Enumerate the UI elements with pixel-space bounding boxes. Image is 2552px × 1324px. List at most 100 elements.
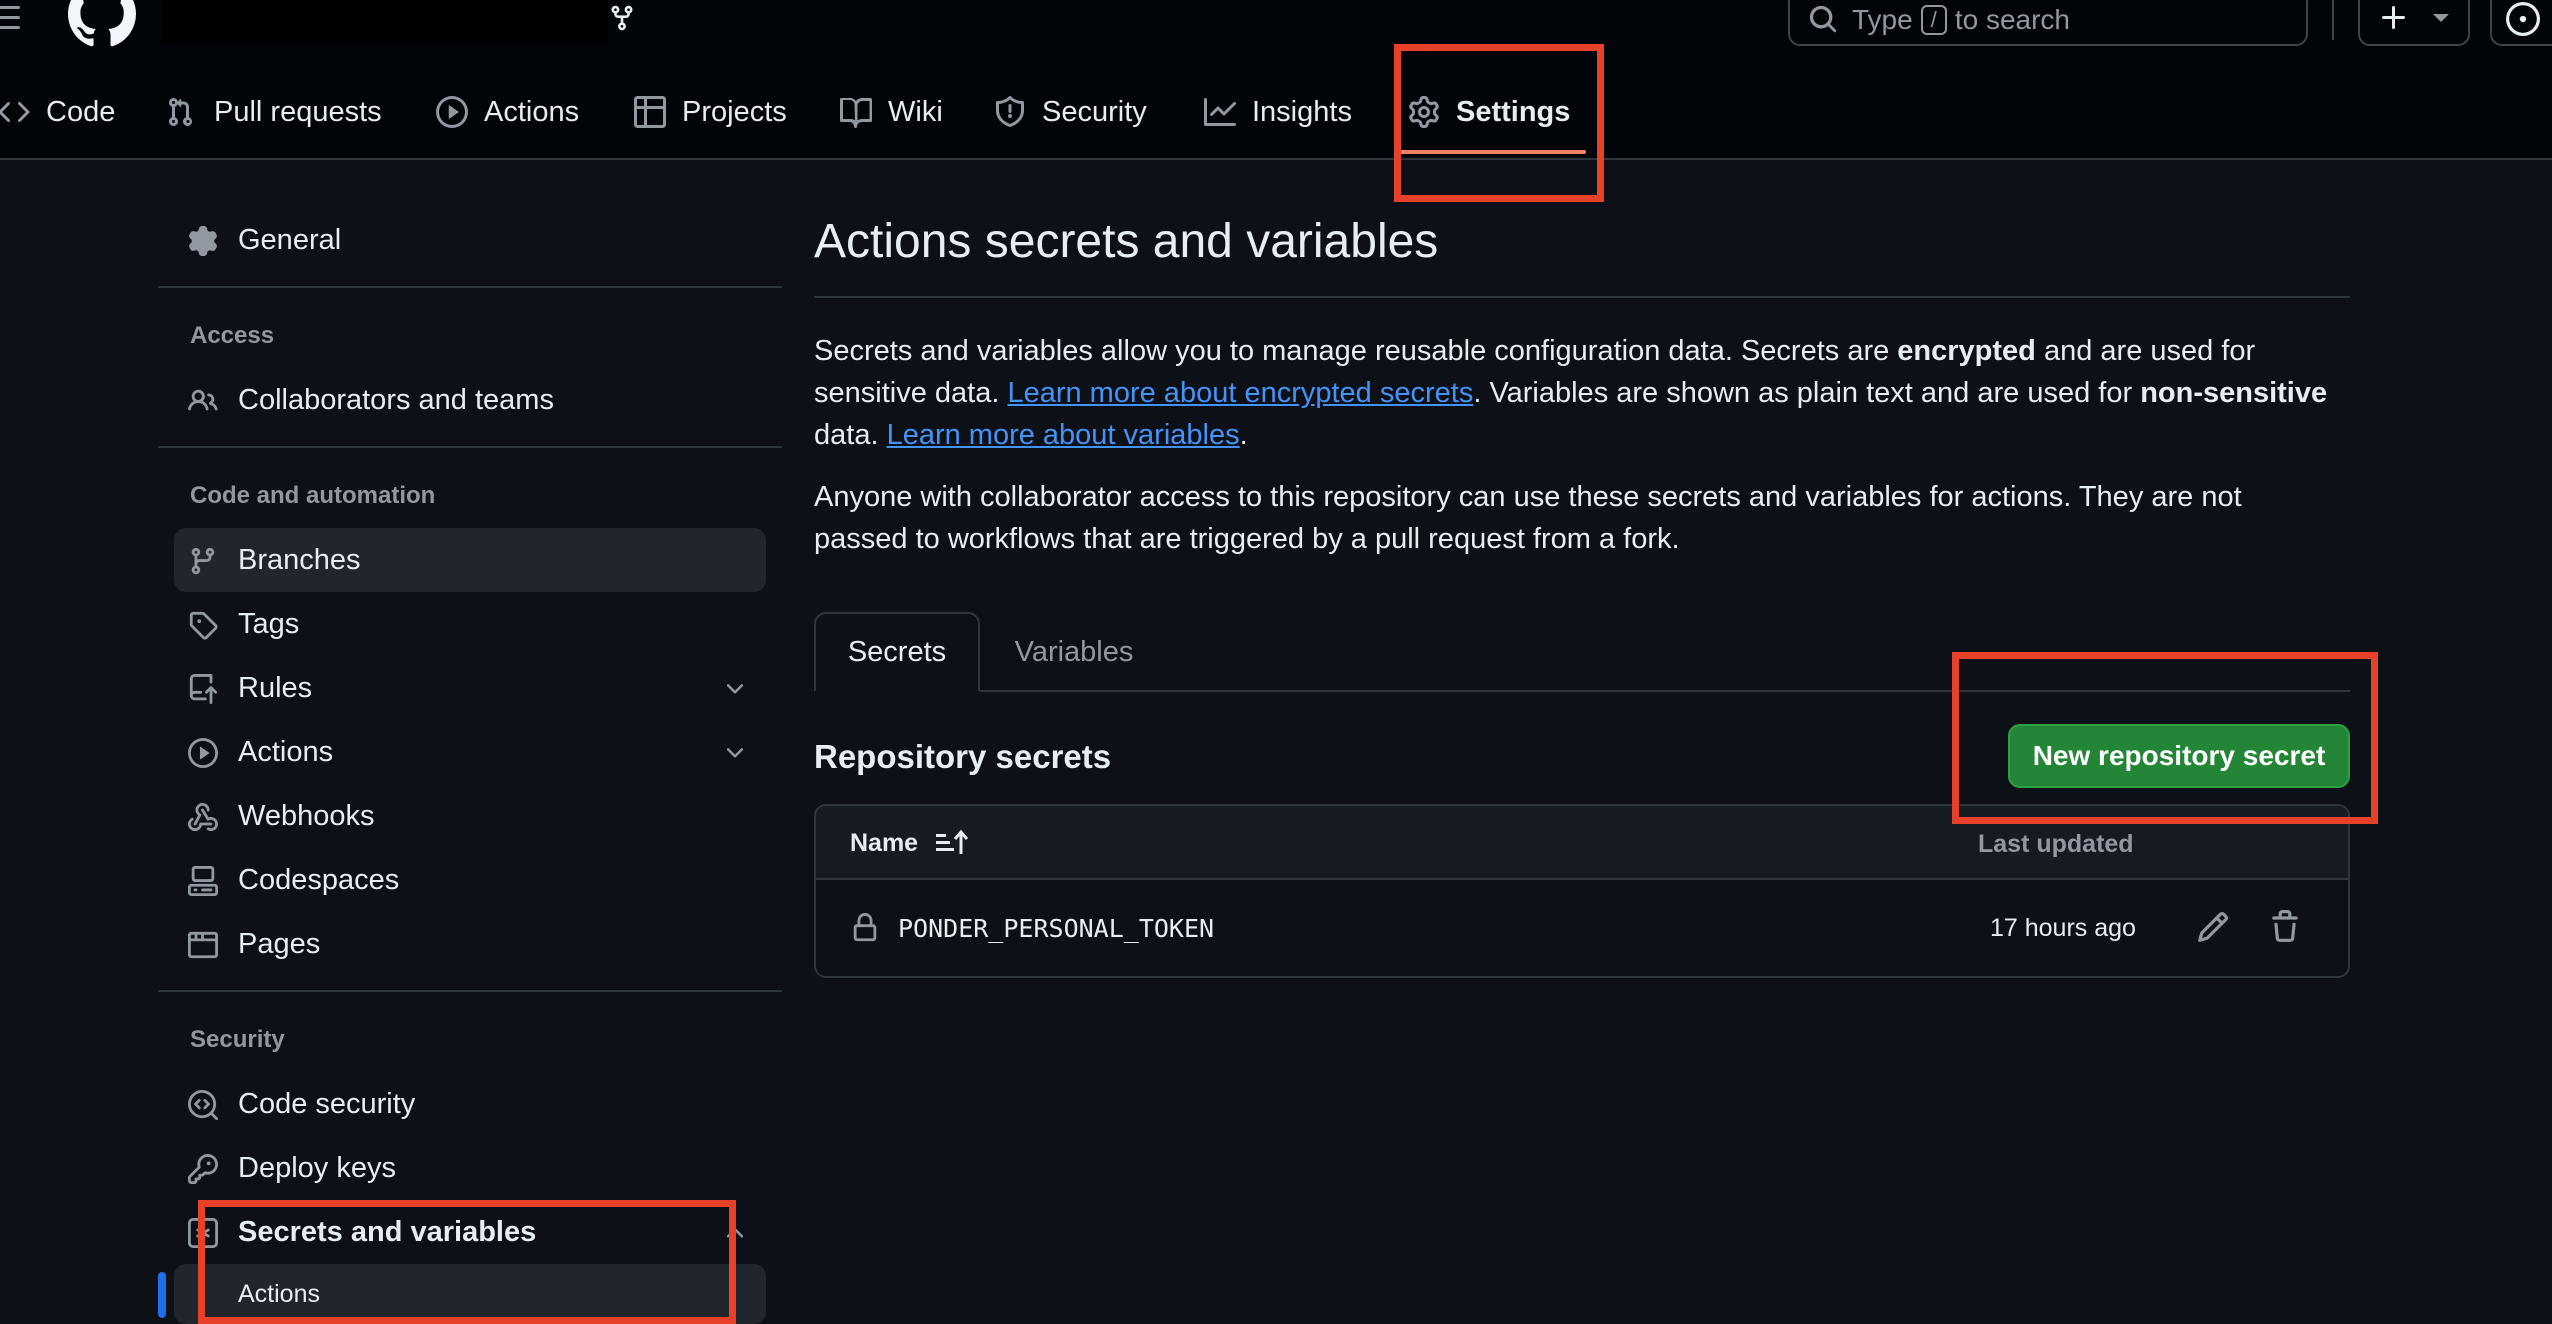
annotation-box-secrets-variables: [198, 1200, 736, 1324]
search-icon: [1808, 4, 1838, 34]
table-icon: [634, 96, 666, 128]
tab-projects[interactable]: Projects: [634, 88, 787, 136]
issues-button[interactable]: [2490, 0, 2552, 46]
codespaces-icon: [188, 866, 218, 896]
column-header-last-updated: Last updated: [1978, 830, 2134, 858]
sidebar-item-actions[interactable]: Actions: [174, 720, 766, 784]
tab-label: Security: [1042, 95, 1147, 128]
sidebar-divider: [158, 446, 782, 448]
learn-more-variables-link[interactable]: Learn more about variables: [887, 419, 1240, 451]
search-suffix: to search: [1954, 4, 2070, 35]
intro-paragraph: Secrets and variables allow you to manag…: [814, 330, 2354, 456]
intro-text: .: [1239, 419, 1248, 451]
secret-last-updated: 17 hours ago: [1990, 914, 2136, 942]
sidebar-item-label: Tags: [238, 607, 300, 640]
column-name-label: Name: [850, 828, 919, 857]
secret-name: PONDER_PERSONAL_TOKEN: [898, 914, 1215, 943]
tab-label: Wiki: [888, 95, 943, 128]
intro-text: . Variables are shown as plain text and …: [1473, 377, 2141, 409]
sidebar-item-label: Code security: [238, 1087, 416, 1120]
tab-pull-requests[interactable]: Pull requests: [166, 88, 382, 136]
sidebar-item-general[interactable]: General: [174, 208, 766, 272]
sidebar-item-label: Deploy keys: [238, 1151, 396, 1184]
webhook-icon: [188, 802, 218, 832]
sidebar-heading-code-automation: Code and automation: [190, 482, 436, 509]
intro-text: Secrets and variables allow you to manag…: [814, 335, 1898, 367]
trash-icon[interactable]: [2268, 910, 2302, 944]
codescan-icon: [188, 1090, 218, 1120]
sidebar-heading-security: Security: [190, 1026, 285, 1053]
tab-security[interactable]: Security: [994, 88, 1147, 136]
tag-icon: [188, 610, 218, 640]
sidebar-item-deploy-keys[interactable]: Deploy keys: [174, 1136, 766, 1200]
intro-text: data.: [814, 419, 887, 451]
annotation-box-new-secret: [1952, 652, 2378, 824]
intro-bold-encrypted: encrypted: [1897, 335, 2036, 367]
sidebar-item-label: Codespaces: [238, 863, 400, 896]
sidebar-item-pages[interactable]: Pages: [174, 912, 766, 976]
sidebar-item-label: Webhooks: [238, 799, 375, 832]
sidebar-item-rules[interactable]: Rules: [174, 656, 766, 720]
intro-bold-non-sensitive: non-sensitive: [2140, 377, 2328, 409]
tab-code[interactable]: Code: [0, 88, 115, 136]
issue-opened-icon: [2506, 2, 2540, 36]
sort-asc-icon[interactable]: [934, 828, 969, 858]
secrets-table: Name Last updated PONDER_PERSONAL_TOKEN …: [814, 804, 2350, 978]
graph-icon: [1204, 96, 1236, 128]
repo-push-icon: [188, 674, 218, 704]
table-row: PONDER_PERSONAL_TOKEN 17 hours ago: [816, 880, 2348, 976]
tab-wiki[interactable]: Wiki: [840, 88, 943, 136]
learn-more-secrets-link[interactable]: Learn more about encrypted secrets: [1007, 377, 1473, 409]
caret-down-icon: [2430, 10, 2452, 26]
sidebar-item-branches[interactable]: Branches: [174, 528, 766, 592]
tab-actions[interactable]: Actions: [436, 88, 579, 136]
sidebar-item-code-security[interactable]: Code security: [174, 1072, 766, 1136]
search-placeholder: Type / to search: [1852, 4, 2070, 36]
sidebar-item-label: Branches: [238, 543, 361, 576]
tab-variables[interactable]: Variables: [994, 612, 1154, 692]
tab-label: Pull requests: [214, 95, 382, 128]
title-divider: [814, 296, 2350, 298]
column-header-name[interactable]: Name: [850, 828, 969, 858]
sidebar-item-label: Collaborators and teams: [238, 383, 554, 416]
shield-icon: [994, 96, 1026, 128]
gear-icon: [188, 226, 218, 256]
git-branch-icon: [188, 546, 218, 576]
github-logo-icon[interactable]: [68, 0, 136, 48]
sidebar-item-collaborators[interactable]: Collaborators and teams: [174, 368, 766, 432]
selected-item-indicator: [158, 1272, 166, 1318]
lock-icon: [850, 912, 880, 944]
fork-icon: [608, 4, 636, 32]
pull-request-icon: [166, 96, 198, 128]
redacted-repo-name: [162, 0, 608, 44]
sidebar-item-webhooks[interactable]: Webhooks: [174, 784, 766, 848]
sidebar-item-label: General: [238, 223, 342, 256]
tab-secrets[interactable]: Secrets: [814, 612, 980, 692]
tab-label: Actions: [484, 95, 580, 128]
search-input[interactable]: Type / to search: [1788, 0, 2308, 46]
pencil-icon[interactable]: [2196, 910, 2230, 944]
tab-label: Projects: [682, 95, 787, 128]
people-icon: [188, 386, 218, 416]
search-shortcut-key: /: [1920, 5, 1947, 35]
chevron-down-icon[interactable]: [722, 740, 748, 766]
repository-secrets-heading: Repository secrets: [814, 738, 1112, 775]
search-prefix: Type: [1852, 4, 1913, 35]
repo-header: Type / to search Code Pull requests Acti…: [0, 0, 2552, 160]
menu-icon[interactable]: [0, 0, 30, 40]
sidebar-item-codespaces[interactable]: Codespaces: [174, 848, 766, 912]
book-icon: [840, 96, 872, 128]
sidebar-item-label: Actions: [238, 735, 334, 768]
code-icon: [0, 96, 30, 128]
create-new-button[interactable]: [2358, 0, 2470, 46]
tab-insights[interactable]: Insights: [1204, 88, 1352, 136]
sidebar-item-label: Pages: [238, 927, 321, 960]
sidebar-item-tags[interactable]: Tags: [174, 592, 766, 656]
access-note: Anyone with collaborator access to this …: [814, 481, 2242, 555]
tab-label: Insights: [1252, 95, 1352, 128]
browser-icon: [188, 930, 218, 960]
plus-icon: [2378, 2, 2410, 34]
sidebar-heading-access: Access: [190, 322, 275, 349]
chevron-down-icon[interactable]: [722, 676, 748, 702]
key-icon: [188, 1154, 218, 1184]
